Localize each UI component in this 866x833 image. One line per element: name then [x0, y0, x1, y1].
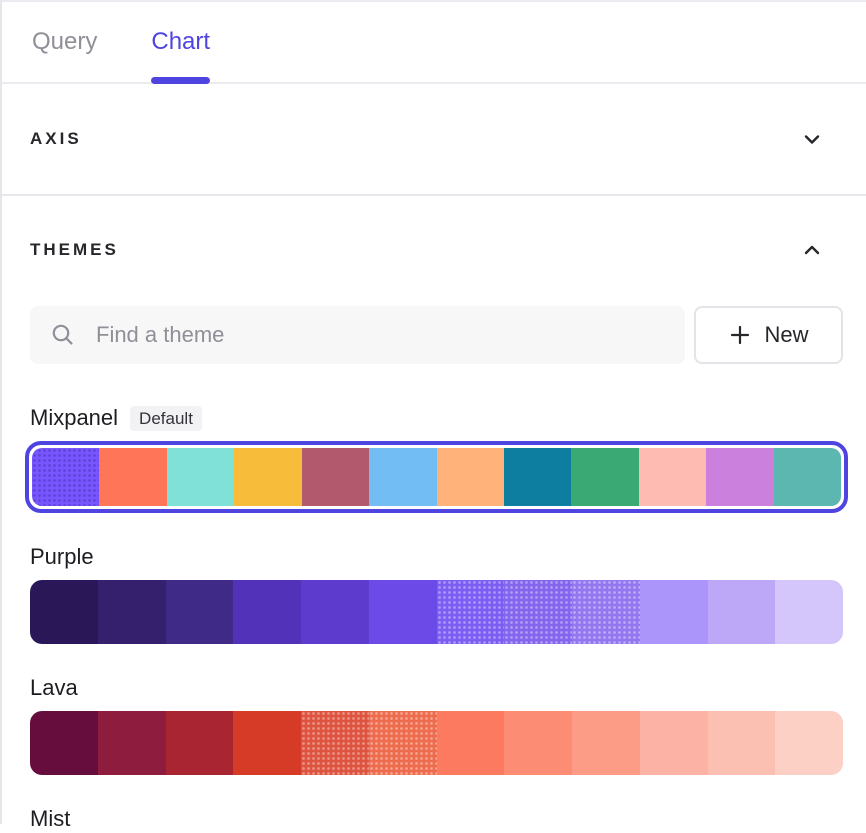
theme-search-input[interactable]: [30, 306, 685, 364]
theme-label-row: Mixpanel Default: [30, 404, 843, 432]
axis-section-header[interactable]: AXIS: [2, 84, 866, 196]
theme-list-item: Mist: [30, 805, 843, 833]
tab-bar: Query Chart: [2, 2, 866, 84]
tab-chart[interactable]: Chart: [151, 2, 210, 82]
color-swatch[interactable]: [30, 711, 98, 775]
tab-chart-label: Chart: [151, 28, 210, 56]
color-swatch[interactable]: [369, 580, 437, 644]
color-swatch[interactable]: [640, 580, 708, 644]
color-swatch[interactable]: [639, 448, 706, 506]
color-swatch[interactable]: [437, 580, 505, 644]
theme-selection-ring: [30, 711, 843, 775]
theme-name: Purple: [30, 543, 94, 571]
color-swatch[interactable]: [234, 448, 301, 506]
tab-query[interactable]: Query: [32, 2, 97, 82]
theme-swatch-row[interactable]: [30, 580, 843, 644]
color-swatch[interactable]: [706, 448, 773, 506]
theme-selection-ring: [25, 441, 848, 513]
color-swatch[interactable]: [437, 711, 505, 775]
chevron-up-icon[interactable]: [802, 240, 822, 260]
theme-label-row: Lava: [30, 674, 843, 702]
color-swatch[interactable]: [30, 580, 98, 644]
theme-name: Mist: [30, 805, 70, 833]
color-swatch[interactable]: [572, 580, 640, 644]
color-swatch[interactable]: [774, 448, 841, 506]
color-swatch[interactable]: [775, 580, 843, 644]
theme-default-badge: Default: [130, 406, 202, 431]
color-swatch[interactable]: [233, 711, 301, 775]
theme-search-row: New: [30, 306, 843, 364]
active-tab-indicator: [151, 77, 210, 84]
color-swatch[interactable]: [708, 711, 776, 775]
color-swatch[interactable]: [98, 711, 166, 775]
theme-selection-ring: [30, 580, 843, 644]
chevron-down-icon[interactable]: [802, 129, 822, 149]
color-swatch[interactable]: [640, 711, 708, 775]
theme-list-item: Lava: [30, 674, 843, 775]
themes-section: THEMES New: [2, 196, 866, 833]
tab-query-label: Query: [32, 28, 97, 56]
color-swatch[interactable]: [504, 448, 571, 506]
themes-section-header[interactable]: THEMES: [2, 196, 866, 260]
color-swatch[interactable]: [369, 711, 437, 775]
color-swatch[interactable]: [301, 580, 369, 644]
color-swatch[interactable]: [571, 448, 638, 506]
theme-name: Mixpanel: [30, 404, 118, 432]
color-swatch[interactable]: [302, 448, 369, 506]
theme-label-row: Mist: [30, 805, 843, 833]
color-swatch[interactable]: [504, 711, 572, 775]
color-swatch[interactable]: [167, 448, 234, 506]
theme-name: Lava: [30, 674, 78, 702]
color-swatch[interactable]: [572, 711, 640, 775]
color-swatch[interactable]: [301, 711, 369, 775]
plus-icon: [728, 323, 752, 347]
theme-label-row: Purple: [30, 543, 843, 571]
new-theme-button[interactable]: New: [694, 306, 843, 364]
color-swatch[interactable]: [504, 580, 572, 644]
themes-section-title: THEMES: [30, 240, 119, 260]
themes-body: New Mixpanel Default Purple Lava: [2, 306, 866, 833]
search-icon: [50, 322, 76, 348]
color-swatch[interactable]: [166, 580, 234, 644]
theme-swatch-row[interactable]: [32, 448, 841, 506]
theme-list-item: Purple: [30, 543, 843, 644]
theme-swatch-row[interactable]: [30, 711, 843, 775]
color-swatch[interactable]: [99, 448, 166, 506]
color-swatch[interactable]: [775, 711, 843, 775]
color-swatch[interactable]: [437, 448, 504, 506]
theme-list-item: Mixpanel Default: [30, 404, 843, 513]
axis-section-title: AXIS: [30, 129, 82, 149]
theme-list: Mixpanel Default Purple Lava Mist: [30, 404, 843, 833]
new-theme-button-label: New: [764, 322, 808, 348]
chart-settings-panel: { "accent_color": "#4f44e0", "tabs": { "…: [0, 0, 866, 824]
color-swatch[interactable]: [166, 711, 234, 775]
color-swatch[interactable]: [32, 448, 99, 506]
color-swatch[interactable]: [369, 448, 436, 506]
color-swatch[interactable]: [233, 580, 301, 644]
color-swatch[interactable]: [708, 580, 776, 644]
theme-search-box: [30, 306, 685, 364]
color-swatch[interactable]: [98, 580, 166, 644]
